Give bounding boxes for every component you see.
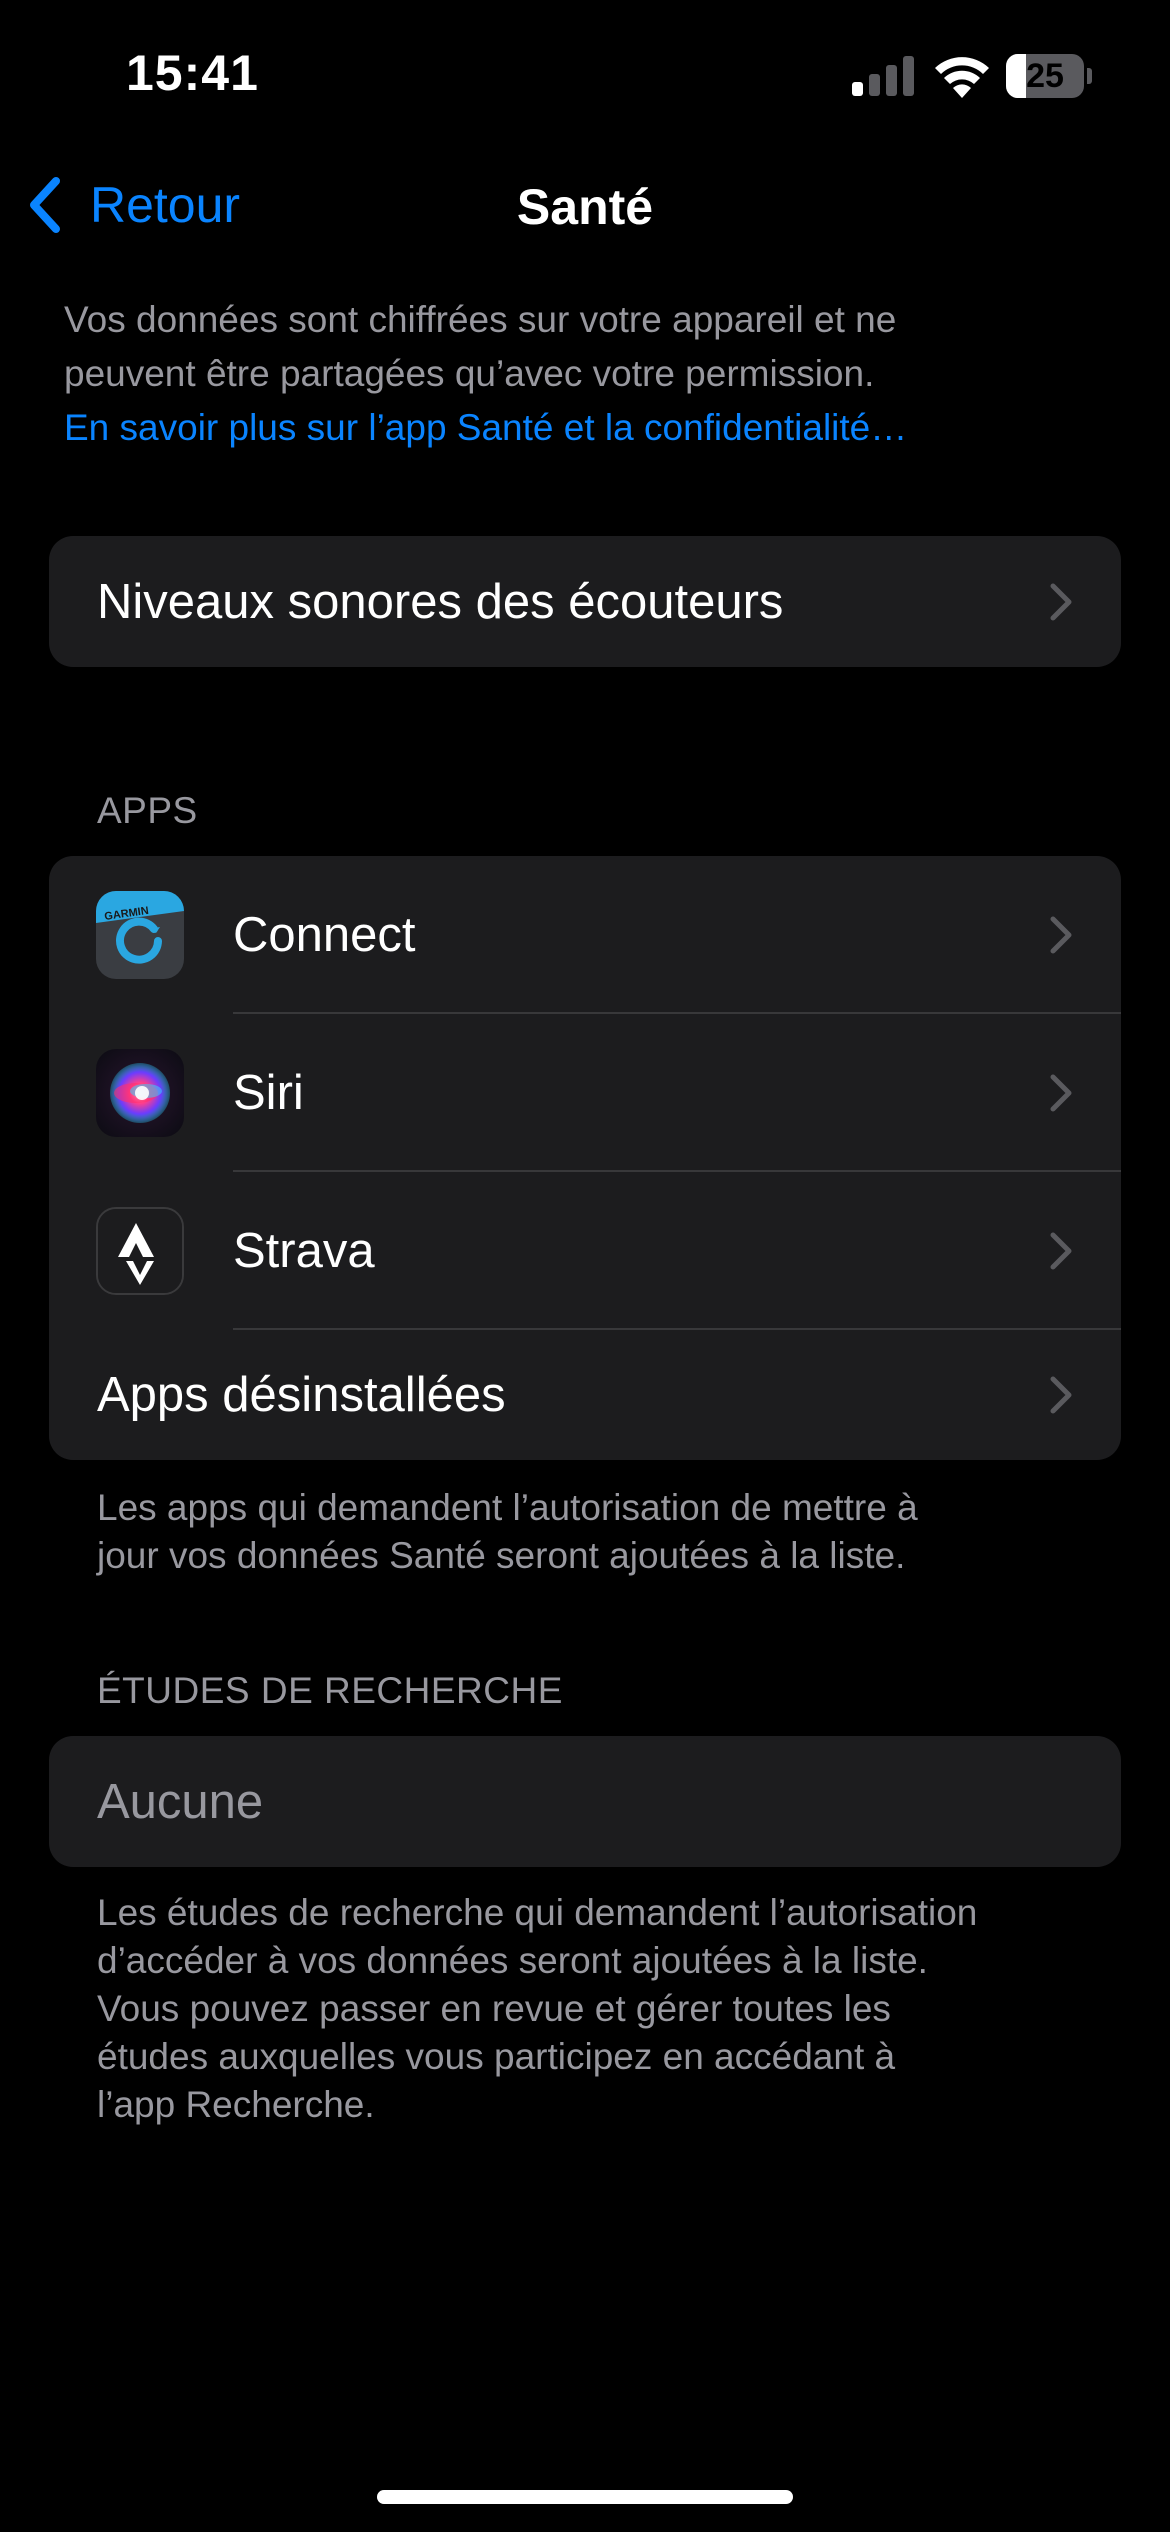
app-row-strava[interactable]: Strava	[49, 1172, 1121, 1330]
privacy-learn-more-link[interactable]: En savoir plus sur l’app Santé et la con…	[64, 401, 1114, 455]
uninstalled-apps-row[interactable]: Apps désinstallées	[49, 1330, 1121, 1460]
app-label-siri: Siri	[233, 1066, 304, 1120]
status-bar: 15:41 25	[0, 0, 1170, 150]
apps-section-footer: Les apps qui demandent l’autorisation de…	[97, 1484, 1097, 1580]
page-title: Santé	[516, 179, 654, 235]
status-time: 15:41	[126, 45, 259, 101]
battery-body: 25	[1006, 54, 1084, 98]
research-empty-label: Aucune	[97, 1774, 264, 1829]
privacy-intro: Vos données sont chiffrées sur votre app…	[64, 293, 1114, 455]
research-empty-row: Aucune	[49, 1736, 1121, 1867]
headphone-levels-row[interactable]: Niveaux sonores des écouteurs	[49, 536, 1121, 667]
battery-tip	[1087, 68, 1092, 84]
battery-level: 25	[1026, 57, 1064, 95]
headphone-group: Niveaux sonores des écouteurs	[49, 536, 1121, 667]
app-label-connect: Connect	[233, 908, 416, 962]
app-row-connect[interactable]: GARMIN Connect	[49, 856, 1121, 1014]
siri-icon	[96, 1049, 184, 1137]
chevron-right-icon	[1050, 1074, 1072, 1112]
headphone-levels-label: Niveaux sonores des écouteurs	[97, 574, 784, 629]
chevron-right-icon	[1050, 916, 1072, 954]
apps-footer-line-1: Les apps qui demandent l’autorisation de…	[97, 1487, 918, 1528]
app-label-strava: Strava	[233, 1224, 375, 1278]
apps-section-header: APPS	[97, 790, 198, 831]
chevron-right-icon	[1050, 1376, 1072, 1414]
intro-line-1: Vos données sont chiffrées sur votre app…	[64, 299, 897, 340]
chevron-right-icon	[1050, 583, 1072, 620]
research-section-header: ÉTUDES DE RECHERCHE	[97, 1670, 563, 1711]
apps-footer-line-2: jour vos données Santé seront ajoutées à…	[97, 1535, 906, 1576]
research-footer-line-3: Vous pouvez passer en revue et gérer tou…	[97, 1988, 891, 2029]
app-row-siri[interactable]: Siri	[49, 1014, 1121, 1172]
battery-icon: 25	[1006, 54, 1092, 98]
research-footer-line-1: Les études de recherche qui demandent l’…	[97, 1892, 978, 1933]
cellular-signal-icon	[852, 56, 914, 96]
research-group: Aucune	[49, 1736, 1121, 1867]
garmin-connect-icon: GARMIN	[96, 891, 184, 979]
research-footer-line-2: d’accéder à vos données seront ajoutées …	[97, 1940, 928, 1981]
intro-line-2: peuvent être partagées qu’avec votre per…	[64, 353, 875, 394]
chevron-right-icon	[1050, 1232, 1072, 1270]
uninstalled-apps-label: Apps désinstallées	[97, 1368, 506, 1422]
wifi-icon	[935, 57, 989, 98]
research-section-footer: Les études de recherche qui demandent l’…	[97, 1889, 1117, 2129]
strava-icon	[96, 1207, 184, 1295]
apps-group: GARMIN Connect Siri Strava Apps désinsta…	[49, 856, 1121, 1460]
research-footer-line-5: l’app Recherche.	[97, 2084, 375, 2125]
home-indicator[interactable]	[377, 2490, 793, 2504]
research-footer-line-4: études auxquelles vous participez en acc…	[97, 2036, 896, 2077]
